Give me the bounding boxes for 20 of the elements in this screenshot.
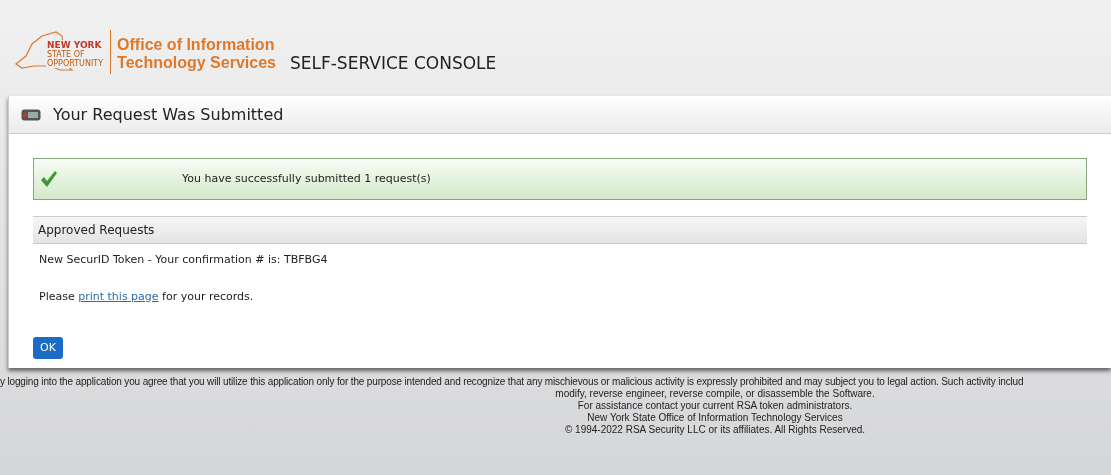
check-icon <box>40 170 58 188</box>
logo-state-name: NEW YORK <box>47 40 103 50</box>
console-title: SELF-SERVICE CONSOLE <box>289 51 497 75</box>
footer-text: modify, reverse engineer, reverse compile, or disassemble the Software. <box>555 388 875 400</box>
panel-title: Your Request Was Submitted <box>53 103 284 126</box>
section-header: Approved Requests <box>33 216 1087 244</box>
success-message: You have successfully submitted 1 request(s) <box>182 170 431 187</box>
logo-tagline: STATE OF <box>47 50 86 59</box>
logo-tagline: OPPORTUNITY <box>47 59 104 68</box>
footer-text: y logging into the application you agree that you will utilize this application only for the purpose intended and recognize that any mischievous or malicious activity is expressly prohibited and may subject you to legal action. Such activity includ <box>0 376 1025 388</box>
ok-button[interactable]: OK <box>33 337 63 359</box>
agency-name: Office of Information <box>117 36 276 54</box>
footer-text: For assistance contact your current RSA token administrators. <box>577 400 853 412</box>
agency-name: Technology Services <box>117 54 276 72</box>
token-icon <box>21 108 41 121</box>
confirmation-text: New SecurID Token - Your confirmation # is: TBFBG4 <box>39 252 329 268</box>
print-note: Please print this page for your records. <box>39 288 255 305</box>
footer-text: New York State Office of Information Technology Services <box>587 412 843 424</box>
footer-text: © 1994-2022 RSA Security LLC or its affiliates. All Rights Reserved. <box>564 424 866 436</box>
print-link[interactable]: print this page <box>78 289 159 303</box>
